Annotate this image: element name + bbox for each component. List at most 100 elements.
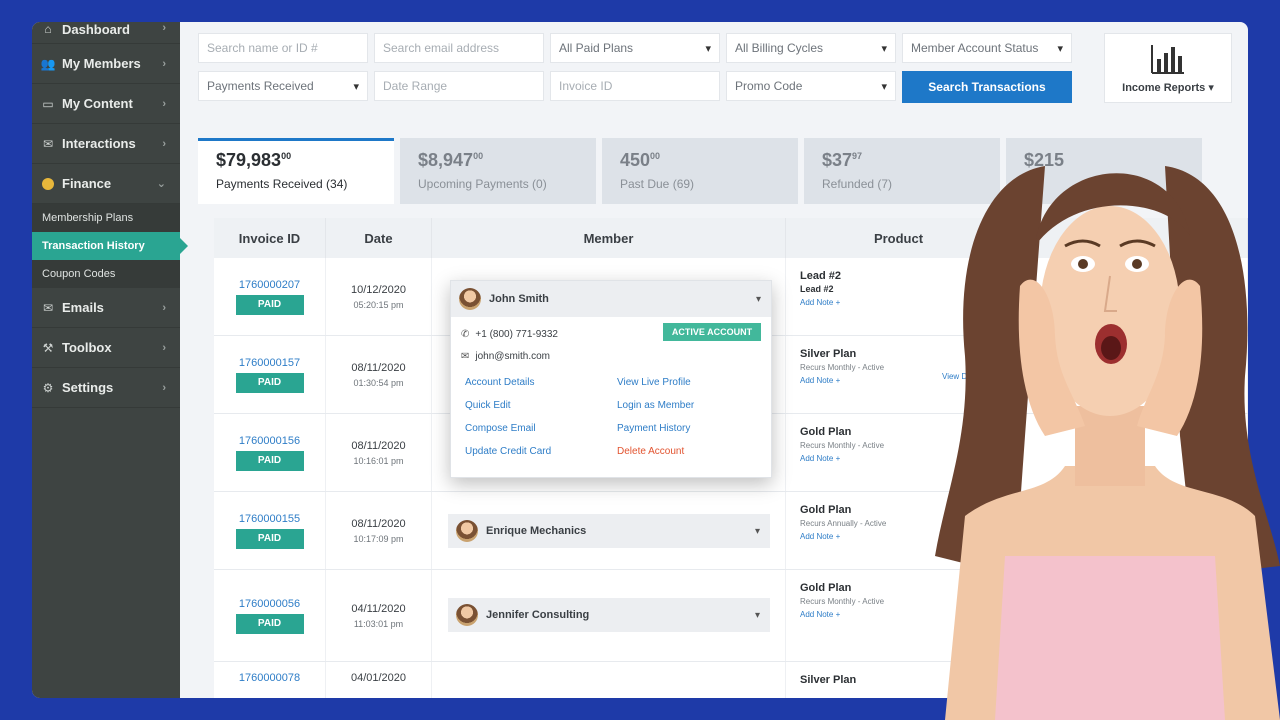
paid-plans-select[interactable]: All Paid Plans xyxy=(550,33,720,63)
invoice-id-input[interactable]: Invoice ID xyxy=(550,71,720,101)
time-text: 10:16:01 pm xyxy=(353,455,404,466)
compose-email-link[interactable]: Compose Email xyxy=(465,423,617,434)
member-popup: John Smith ✆ +1 (800) 771-9332 ✉ john@sm… xyxy=(450,280,772,478)
paid-badge: PAID xyxy=(235,613,304,634)
popup-member-header[interactable]: John Smith xyxy=(451,281,771,317)
stat-value: $79,983 xyxy=(216,150,282,170)
account-status-select[interactable]: Member Account Status xyxy=(902,33,1072,63)
invoice-link[interactable]: 1760000157 xyxy=(239,357,300,369)
stat-cents: 97 xyxy=(852,151,863,161)
sidebar-item-interactions[interactable]: ✉ Interactions › xyxy=(32,124,180,164)
view-live-profile-link[interactable]: View Live Profile xyxy=(617,377,769,388)
income-reports-label: Income Reports xyxy=(1122,82,1206,94)
date-text: 08/11/2020 xyxy=(351,439,406,452)
time-text: 10:17:09 pm xyxy=(353,533,404,544)
sidebar-item-settings[interactable]: ⚙ Settings › xyxy=(32,368,180,408)
popup-phone: +1 (800) 771-9332 xyxy=(475,328,558,340)
chevron-right-icon: › xyxy=(162,341,166,354)
account-details-link[interactable]: Account Details xyxy=(465,377,617,388)
billing-cycles-select[interactable]: All Billing Cycles xyxy=(726,33,896,63)
filter-row-1: Search name or ID # Search email address… xyxy=(198,33,1072,63)
stat-cents: 00 xyxy=(650,151,661,161)
search-email-input[interactable]: Search email address xyxy=(374,33,544,63)
avatar xyxy=(459,288,481,310)
mail-icon: ✉ xyxy=(461,350,470,362)
sidebar-item-dashboard[interactable]: ⌂ Dashboard › xyxy=(32,22,180,44)
sidebar-subitem-membership-plans[interactable]: Membership Plans xyxy=(32,204,180,232)
sidebar-item-emails[interactable]: ✉ Emails › xyxy=(32,288,180,328)
bar-chart-icon xyxy=(1151,45,1184,74)
stat-label: Upcoming Payments (0) xyxy=(418,177,547,191)
invoice-link[interactable]: 1760000078 xyxy=(239,672,300,684)
coin-icon xyxy=(40,177,56,191)
column-header-date[interactable]: Date xyxy=(326,218,432,258)
active-account-badge: ACTIVE ACCOUNT xyxy=(663,323,761,341)
date-range-input[interactable]: Date Range xyxy=(374,71,544,101)
date-text: 04/11/2020 xyxy=(351,602,406,615)
paid-badge: PAID xyxy=(235,294,304,315)
payments-received-select[interactable]: Payments Received xyxy=(198,71,368,101)
sidebar-subitem-transaction-history[interactable]: Transaction History xyxy=(32,232,188,260)
chevron-right-icon: › xyxy=(162,57,166,70)
paid-badge: PAID xyxy=(235,450,304,471)
avatar xyxy=(456,604,478,626)
sidebar-item-my-members[interactable]: 👥 My Members › xyxy=(32,44,180,84)
quick-edit-link[interactable]: Quick Edit xyxy=(465,400,617,411)
invoice-link[interactable]: 1760000207 xyxy=(239,279,300,291)
home-icon: ⌂ xyxy=(44,22,52,36)
stat-label: Payments Received (34) xyxy=(216,177,348,191)
income-reports-button[interactable]: Income Reports ▾ xyxy=(1104,33,1232,103)
chevron-down-icon: ⌄ xyxy=(156,178,166,190)
stat-value: 450 xyxy=(620,150,651,170)
tab-payments-received[interactable]: $79,98300 Payments Received (34) xyxy=(198,138,394,204)
date-text: 08/11/2020 xyxy=(351,517,406,530)
surprised-woman-image xyxy=(935,166,1280,720)
stat-label: Past Due (69) xyxy=(620,177,695,191)
invoice-link[interactable]: 1760000156 xyxy=(239,435,300,447)
finance-submenu: Membership Plans Transaction History Cou… xyxy=(32,204,188,288)
sidebar-item-label: My Content xyxy=(62,96,133,111)
login-as-member-link[interactable]: Login as Member xyxy=(617,400,769,411)
date-text: 04/01/2020 xyxy=(350,672,407,684)
time-text: 01:30:54 pm xyxy=(353,377,404,388)
sidebar-item-my-content[interactable]: ▭ My Content › xyxy=(32,84,180,124)
member-dropdown[interactable]: Jennifer Consulting xyxy=(448,598,770,632)
gear-icon: ⚙ xyxy=(42,380,54,395)
search-name-input[interactable]: Search name or ID # xyxy=(198,33,368,63)
chevron-right-icon: › xyxy=(162,22,166,34)
chevron-right-icon: › xyxy=(162,137,166,150)
search-transactions-button[interactable]: Search Transactions xyxy=(902,71,1072,103)
popup-actions: Account Details View Live Profile Quick … xyxy=(451,367,771,457)
delete-account-link[interactable]: Delete Account xyxy=(617,446,769,457)
folder-icon: ▭ xyxy=(42,96,54,111)
promo-code-select[interactable]: Promo Code xyxy=(726,71,896,101)
update-credit-card-link[interactable]: Update Credit Card xyxy=(465,446,617,457)
sidebar-item-label: Interactions xyxy=(62,136,136,151)
chevron-right-icon: › xyxy=(162,301,166,314)
column-header-invoice[interactable]: Invoice ID xyxy=(214,218,326,258)
date-text: 08/11/2020 xyxy=(351,361,406,374)
stat-cents: 00 xyxy=(473,151,484,161)
member-name: Jennifer Consulting xyxy=(486,609,590,621)
invoice-link[interactable]: 1760000155 xyxy=(239,513,300,525)
tab-upcoming-payments[interactable]: $8,94700 Upcoming Payments (0) xyxy=(400,138,596,204)
sidebar-item-toolbox[interactable]: ⚒ Toolbox › xyxy=(32,328,180,368)
invoice-link[interactable]: 1760000056 xyxy=(239,598,300,610)
filter-row-2: Payments Received Date Range Invoice ID … xyxy=(198,71,1072,103)
chevron-right-icon: › xyxy=(162,97,166,110)
avatar xyxy=(456,520,478,542)
chevron-right-icon: › xyxy=(162,381,166,394)
tab-past-due[interactable]: 45000 Past Due (69) xyxy=(602,138,798,204)
stat-value: $37 xyxy=(822,150,853,170)
column-header-member[interactable]: Member xyxy=(432,218,786,258)
sidebar-subitem-coupon-codes[interactable]: Coupon Codes xyxy=(32,260,180,288)
time-text: 05:20:15 pm xyxy=(353,299,404,310)
wrench-icon: ⚒ xyxy=(42,340,54,355)
sidebar-item-label: Emails xyxy=(62,300,104,315)
sidebar-item-label: Dashboard xyxy=(62,22,130,37)
sidebar-item-finance[interactable]: Finance ⌄ xyxy=(32,164,180,204)
mail-icon: ✉ xyxy=(42,300,54,315)
payment-history-link[interactable]: Payment History xyxy=(617,423,769,434)
member-dropdown[interactable]: Enrique Mechanics xyxy=(448,514,770,548)
paid-badge: PAID xyxy=(235,528,304,549)
